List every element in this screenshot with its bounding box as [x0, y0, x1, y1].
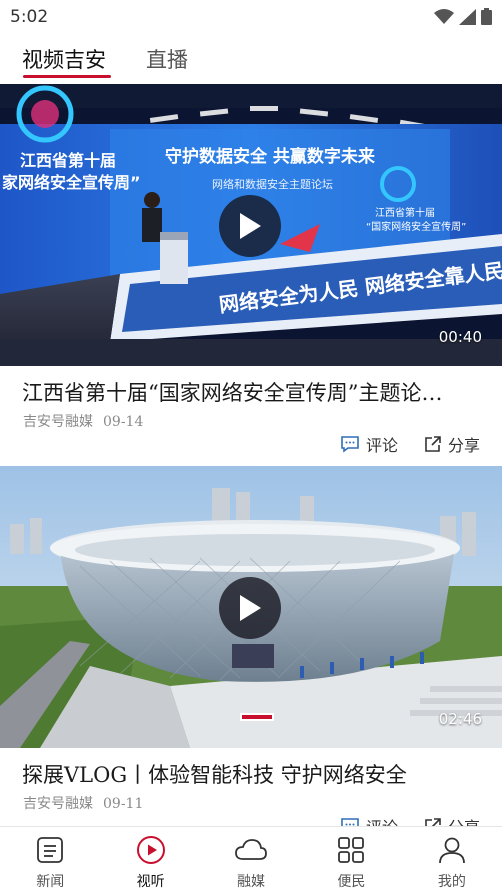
battery-icon — [481, 8, 492, 25]
video-duration: 02:46 — [438, 710, 482, 728]
video-thumbnail[interactable]: 02:46 — [0, 466, 502, 748]
tab-video-jian[interactable]: 视频吉安 — [22, 44, 106, 74]
video-title[interactable]: 江西省第十届“国家网络安全宣传周”主题论… — [22, 377, 482, 407]
video-meta: 吉安号融媒 09-11 — [23, 793, 143, 813]
nav-services[interactable]: 便民 — [301, 827, 401, 894]
bottom-nav: 新闻 视听 融媒 便民 我的 — [0, 826, 502, 894]
cloud-icon — [235, 839, 267, 860]
comment-icon — [341, 818, 359, 826]
video-title[interactable]: 探展VLOG丨体验智能科技 守护网络安全 — [22, 759, 482, 789]
video-thumbnail[interactable]: 江西省第十届 家网络安全宣传周” 守护数据安全 共赢数字未来 网络和数据安全主题… — [0, 84, 502, 366]
video-duration: 00:40 — [438, 328, 482, 346]
video-feed[interactable]: 江西省第十届 家网络安全宣传周” 守护数据安全 共赢数字未来 网络和数据安全主题… — [0, 84, 502, 826]
nav-audiovisual-label: 视听 — [136, 874, 165, 890]
news-icon — [37, 837, 64, 863]
screen-banner-main: 守护数据安全 共赢数字未来 — [165, 146, 376, 167]
active-tab-indicator — [23, 75, 111, 78]
share-label: 分享 — [448, 814, 480, 826]
comment-icon — [341, 436, 359, 453]
top-tabs: 视频吉安 直播 — [0, 38, 502, 82]
nav-audiovisual[interactable]: 视听 — [100, 827, 200, 894]
share-icon — [425, 818, 441, 826]
video-actions: 评论 分享 — [340, 814, 480, 826]
screen-left-text-2: 家网络安全宣传周” — [2, 173, 141, 192]
share-label: 分享 — [447, 436, 480, 455]
comment-button[interactable]: 评论 — [340, 814, 398, 826]
user-icon — [438, 837, 465, 864]
video-actions: 评论 分享 — [340, 432, 480, 456]
nav-services-label: 便民 — [337, 874, 366, 890]
status-time: 5:02 — [10, 7, 49, 27]
screen-right-text-2: “国家网络安全宣传周” — [366, 220, 466, 233]
nav-news-label: 新闻 — [36, 874, 65, 890]
video-source: 吉安号融媒 — [23, 796, 93, 812]
share-button[interactable]: 分享 — [424, 432, 480, 456]
status-icons — [434, 8, 492, 25]
screen-right-text-1: 江西省第十届 — [375, 206, 435, 219]
grid-icon — [338, 837, 365, 863]
nav-media[interactable]: 融媒 — [201, 827, 301, 894]
comment-label: 评论 — [365, 436, 398, 455]
play-circle-icon — [136, 836, 165, 864]
screen-left-text-1: 江西省第十届 — [20, 151, 116, 170]
video-source: 吉安号融媒 — [23, 414, 93, 430]
share-button[interactable]: 分享 — [424, 814, 480, 826]
comment-button[interactable]: 评论 — [340, 432, 398, 456]
share-icon — [425, 436, 441, 452]
signal-icon — [459, 8, 476, 25]
tab-live[interactable]: 直播 — [146, 44, 188, 74]
status-bar: 5:02 — [0, 0, 502, 34]
video-date: 09-14 — [103, 414, 144, 430]
nav-profile[interactable]: 我的 — [402, 827, 502, 894]
nav-profile-label: 我的 — [437, 874, 466, 890]
screen-banner-sub: 网络和数据安全主题论坛 — [212, 177, 333, 191]
nav-news[interactable]: 新闻 — [0, 827, 100, 894]
play-button[interactable] — [219, 195, 281, 257]
nav-media-label: 融媒 — [237, 874, 266, 890]
play-button[interactable] — [219, 577, 281, 639]
play-icon — [240, 213, 261, 239]
video-meta: 吉安号融媒 09-14 — [23, 411, 143, 431]
video-date: 09-11 — [103, 796, 144, 812]
comment-label: 评论 — [366, 814, 398, 826]
wifi-icon — [434, 8, 454, 24]
play-icon — [240, 595, 261, 621]
